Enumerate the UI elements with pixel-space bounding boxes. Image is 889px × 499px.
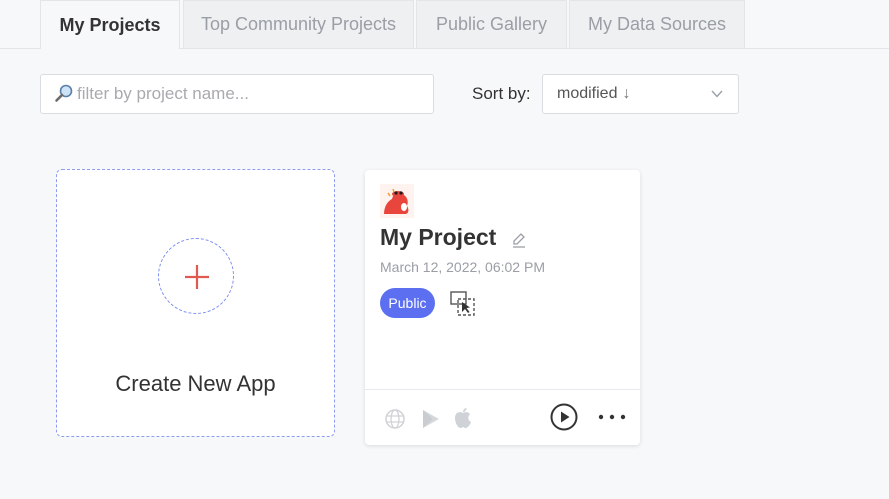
tab-public-gallery[interactable]: Public Gallery xyxy=(416,0,567,48)
play-circle-icon[interactable] xyxy=(550,403,578,431)
search-box[interactable] xyxy=(40,74,434,114)
plus-icon xyxy=(185,265,209,289)
sort-selected-value: modified xyxy=(557,85,618,102)
visibility-badge[interactable]: Public xyxy=(380,288,435,318)
search-input[interactable] xyxy=(77,84,417,104)
sort-direction-icon: ↓ xyxy=(622,85,631,102)
chevron-down-icon xyxy=(711,90,723,98)
more-icon[interactable] xyxy=(597,414,627,420)
magnifier-icon xyxy=(55,84,73,102)
project-title[interactable]: My Project xyxy=(380,224,496,251)
project-modified-date: March 12, 2022, 06:02 PM xyxy=(380,259,545,275)
add-button[interactable] xyxy=(158,238,234,314)
sort-label: Sort by: xyxy=(472,84,531,103)
tab-my-data-sources[interactable]: My Data Sources xyxy=(569,0,745,48)
create-new-app-label: Create New App xyxy=(115,371,276,396)
edit-pencil-icon[interactable] xyxy=(510,231,528,249)
globe-icon[interactable] xyxy=(384,408,406,430)
screen-select-icon[interactable] xyxy=(449,290,477,318)
project-logo-icon xyxy=(380,184,414,218)
tab-top-community-projects[interactable]: Top Community Projects xyxy=(183,0,414,48)
project-card-footer xyxy=(365,389,640,445)
tab-bar: My Projects Top Community Projects Publi… xyxy=(0,0,889,49)
tab-my-projects[interactable]: My Projects xyxy=(40,0,180,49)
google-play-icon[interactable] xyxy=(420,408,442,430)
create-new-app-card[interactable]: Create New App xyxy=(56,169,335,437)
project-card[interactable]: My Project March 12, 2022, 06:02 PM Publ… xyxy=(365,170,640,445)
sort-select[interactable]: modified ↓ xyxy=(542,74,739,114)
apple-icon[interactable] xyxy=(452,406,474,430)
